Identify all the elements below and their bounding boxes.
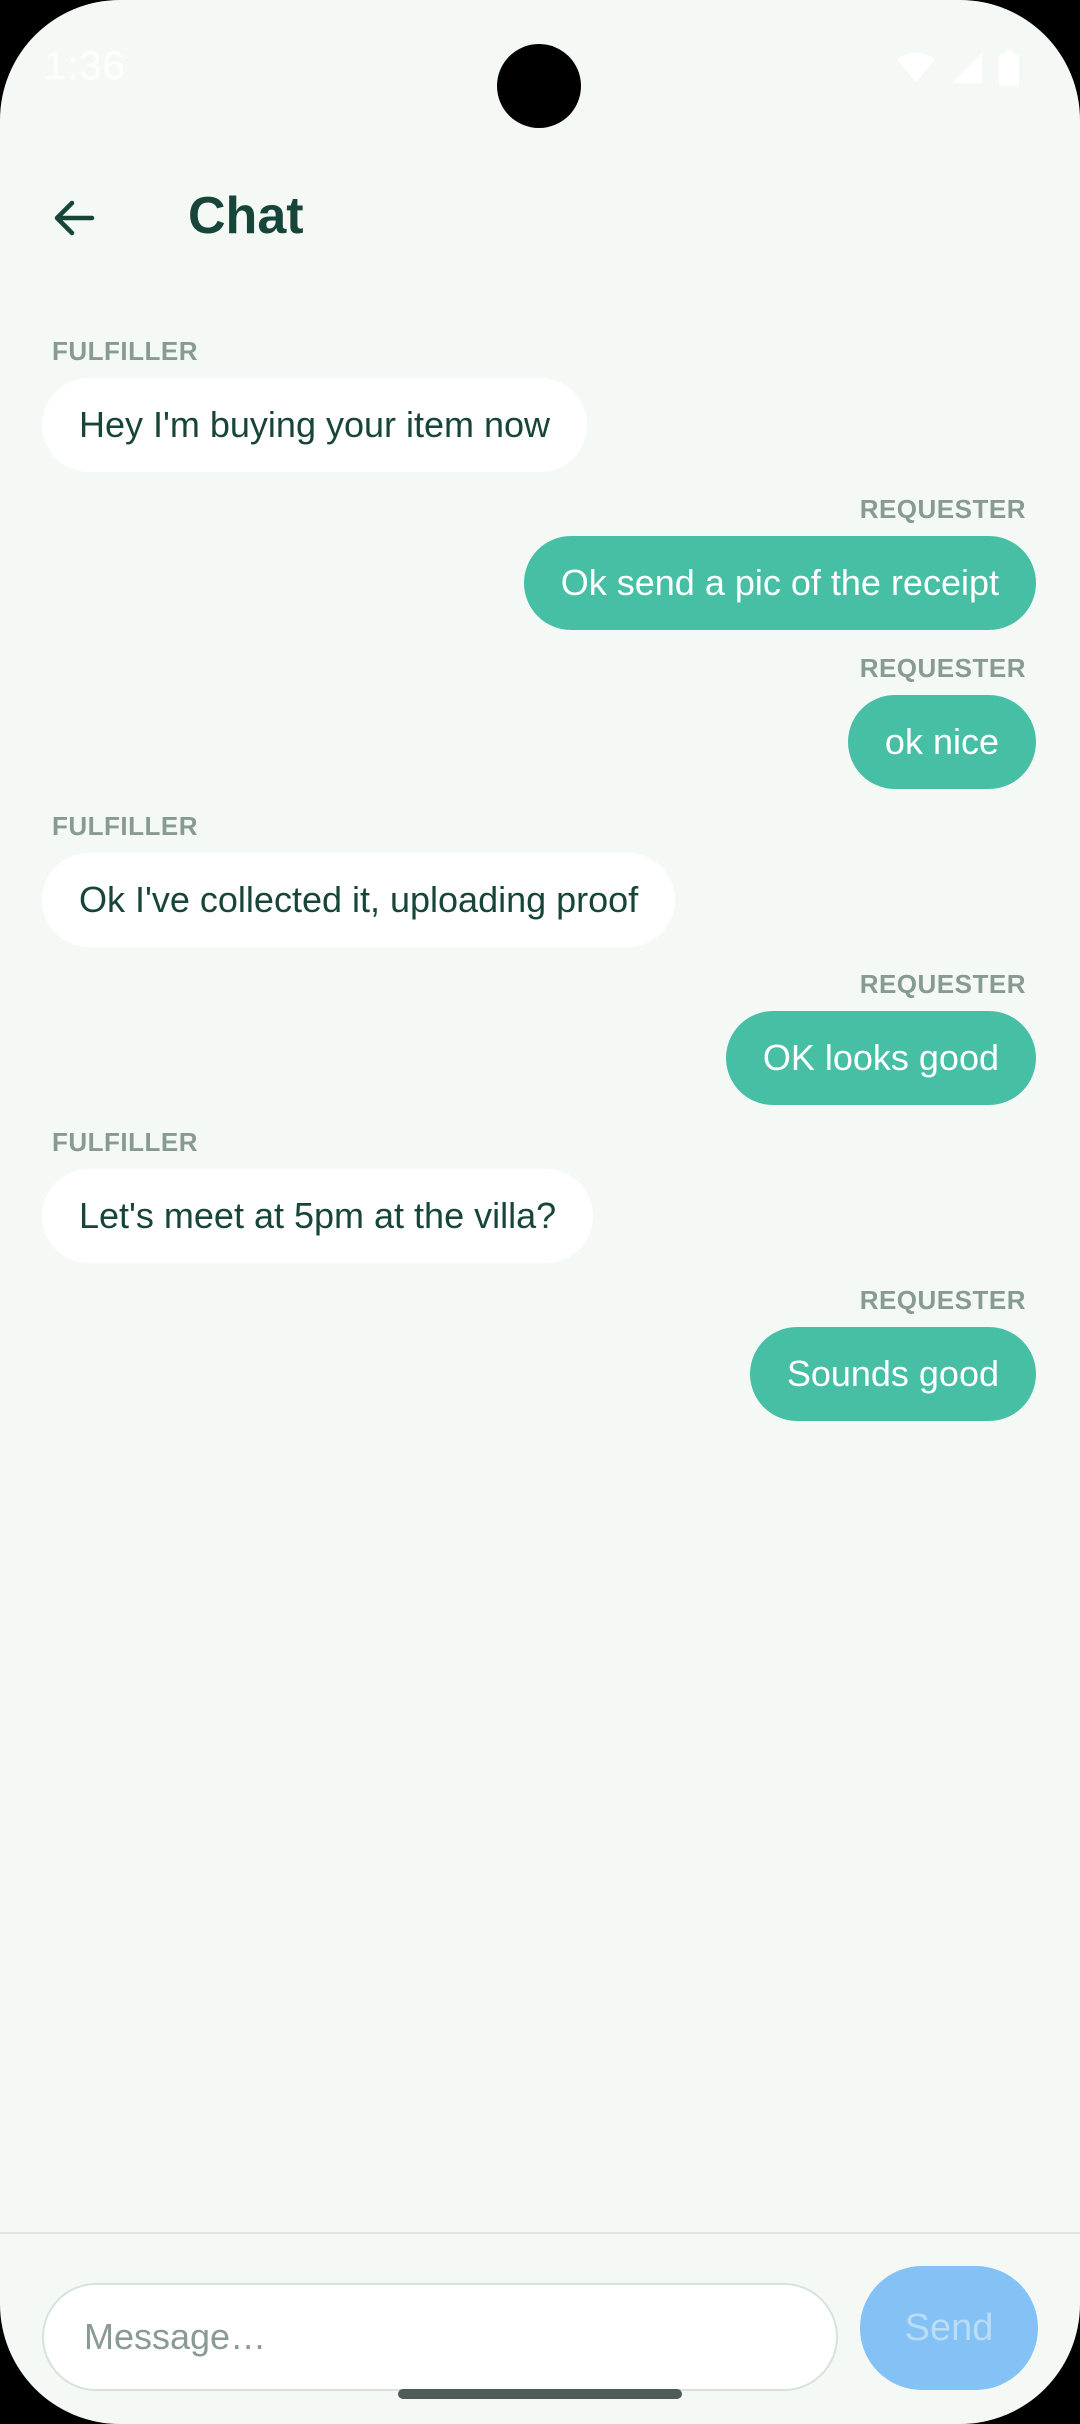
app-bar: Chat [0,160,1080,274]
composer-divider [0,2232,1080,2234]
status-icons [896,50,1020,91]
message-sender: FULFILLER [52,336,199,366]
arrow-left-icon [50,194,98,247]
message-list[interactable]: FULFILLER Hey I'm buying your item now R… [0,330,1080,2230]
chat-screen: 1:36 Chat FULFILLER Hey I'm buying your … [0,0,1080,2424]
message-bubble: Hey I'm buying your item now [42,378,588,472]
page-title: Chat [188,187,304,245]
send-button[interactable]: Send [860,2266,1038,2390]
message-bubble: OK looks good [725,1011,1036,1105]
message-sender: REQUESTER [859,969,1026,999]
front-camera [497,44,581,128]
home-indicator[interactable] [398,2389,682,2399]
message-bubble: Let's meet at 5pm at the villa? [42,1169,594,1263]
back-button[interactable] [26,172,122,268]
status-bar: 1:36 [0,0,1080,140]
message-sender: REQUESTER [859,494,1026,524]
status-time: 1:36 [44,44,126,88]
message-sender: REQUESTER [859,653,1026,683]
message-sender: REQUESTER [859,1285,1026,1315]
message-sender: FULFILLER [52,1127,199,1157]
signal-icon [950,51,984,90]
wifi-icon [896,52,936,89]
message-bubble: Sounds good [749,1327,1036,1421]
message-input[interactable] [42,2283,838,2391]
message-bubble: Ok send a pic of the receipt [523,536,1036,630]
message-bubble: Ok I've collected it, uploading proof [42,853,676,947]
battery-icon [998,50,1020,91]
message-bubble: ok nice [847,695,1036,789]
message-sender: FULFILLER [52,811,199,841]
